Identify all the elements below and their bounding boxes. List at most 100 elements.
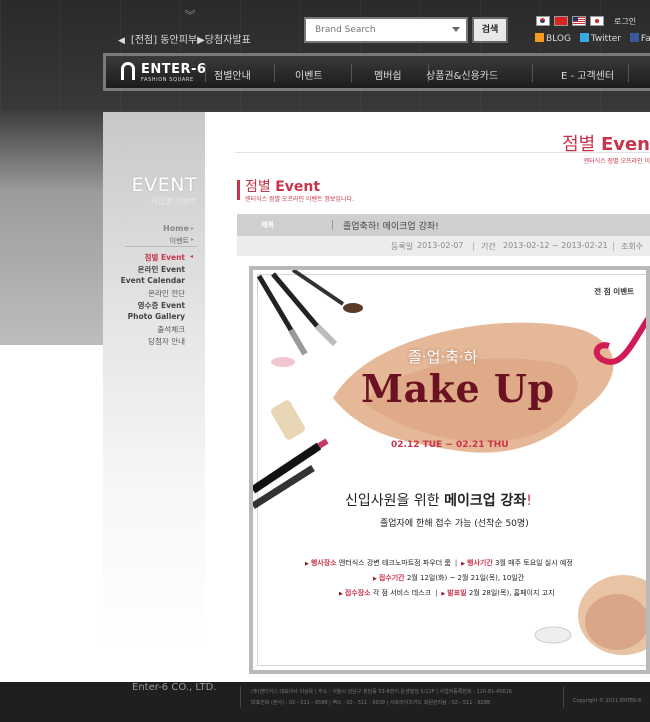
notice-text[interactable]: [전점] 동안피부▶당첨자발표 bbox=[131, 35, 251, 46]
triangle-icon: ▶ bbox=[441, 591, 446, 597]
chevron-down-icon[interactable]: ︾ bbox=[184, 10, 196, 22]
main-navigation: ENTER-6 FASHION SQUARE 점별안내 이벤트 멤버쉽 상품권&… bbox=[103, 53, 650, 91]
sidebar-item-photo-gallery[interactable]: Photo Gallery bbox=[103, 312, 185, 324]
announce-label: 발표일 bbox=[447, 589, 467, 597]
title-label: 제목 bbox=[261, 221, 274, 229]
place-value: 엔터식스 강변 테크노마트점 파우더 룸 bbox=[338, 559, 451, 567]
powder-puff bbox=[534, 626, 572, 644]
poster-corner-label: 전 점 이벤트 bbox=[594, 287, 634, 296]
logo-mark-icon bbox=[121, 62, 135, 80]
login-link[interactable]: 로그인 bbox=[614, 16, 636, 27]
info-separator: | bbox=[435, 589, 438, 597]
brush-handle bbox=[291, 270, 345, 306]
brush-tip bbox=[343, 303, 363, 313]
triangle-icon: ▶ bbox=[373, 576, 377, 582]
nav-divider bbox=[274, 64, 275, 82]
nav-divider bbox=[351, 64, 352, 82]
nav-item-event[interactable]: 이벤트 bbox=[295, 67, 323, 82]
search-input[interactable] bbox=[306, 19, 455, 41]
brand-search-box[interactable] bbox=[304, 17, 468, 43]
chevron-right-icon: ▸ bbox=[191, 236, 195, 243]
headline-prefix: 신입사원을 위한 bbox=[345, 493, 445, 509]
chevron-right-icon: ▸ bbox=[191, 225, 195, 232]
social-links: BLOG Twitter Facebo bbox=[535, 33, 650, 44]
brush-ferrule bbox=[314, 323, 338, 347]
sidebar-item-event-calendar[interactable]: Event Calendar bbox=[103, 276, 185, 288]
sidebar-item-attendance[interactable]: 출석체크 bbox=[103, 324, 185, 336]
nav-item-store-guide[interactable]: 점별안내 bbox=[214, 67, 251, 82]
article-meta-row: 등록일 2013-02-07 기간 2013-02-12 ~ 2013-02-2… bbox=[237, 236, 650, 256]
nav-item-membership[interactable]: 멤버쉽 bbox=[374, 67, 402, 82]
info-line-2: ▶ 접수기간 2월 12일(화) ~ 2월 21일(목), 10일간 bbox=[373, 573, 573, 583]
meta-divider bbox=[473, 242, 474, 251]
breadcrumb-current[interactable]: 이벤트 bbox=[103, 236, 189, 246]
blog-link[interactable]: BLOG bbox=[546, 34, 571, 44]
sidebar-item-store-event[interactable]: 점별 Event bbox=[103, 252, 185, 264]
active-arrow-icon: ◂ bbox=[190, 253, 194, 260]
sidebar-item-online-event[interactable]: 온라인 Event bbox=[103, 264, 185, 276]
footer-copyright: Copyright © 2011 ENTER-6 bbox=[573, 698, 642, 704]
nav-divider bbox=[532, 64, 533, 82]
nav-item-customer-center[interactable]: E - 고객센터 bbox=[561, 67, 614, 82]
section-accent-bar bbox=[237, 180, 240, 200]
logo-text: ENTER-6 bbox=[141, 62, 207, 77]
poster-dates: 02.12 TUE ~ 02.21 THU bbox=[391, 440, 509, 450]
poster-headline: 신입사원을 위한 메이크업 강좌! bbox=[345, 490, 532, 510]
time-value: 3월 매주 토요일 실시 예정 bbox=[495, 559, 573, 567]
sidebar-divider bbox=[125, 246, 197, 247]
triangle-icon: ▶ bbox=[339, 591, 343, 597]
poster-big-title: Make Up bbox=[361, 366, 555, 411]
article-title-row: 제목 졸업축하! 메이크업 강좌! bbox=[237, 214, 650, 236]
row-divider bbox=[332, 220, 333, 230]
twitter-link[interactable]: Twitter bbox=[591, 34, 621, 44]
facebook-link[interactable]: Facebo bbox=[641, 34, 650, 44]
sidebar: EVENT 지점별 이벤트 Home ▸ 이벤트 ▸ 점별 Event 온라인 … bbox=[103, 112, 205, 652]
poster-small-title: 졸·업·축·하 bbox=[408, 348, 478, 366]
page-subtitle: 엔터식스 점별 오프라인 이 bbox=[583, 158, 650, 165]
apply-place-label: 접수장소 bbox=[344, 589, 371, 597]
nav-item-gift-card[interactable]: 상품권&신용카드 bbox=[426, 67, 498, 82]
reg-date-label: 등록일 bbox=[391, 242, 414, 251]
section-title-prefix: 점별 bbox=[245, 179, 276, 195]
apply-place-value: 각 점 서비스 데스크 bbox=[372, 589, 432, 597]
section-title-bold: Event bbox=[275, 179, 321, 195]
triangle-icon: ▶ bbox=[461, 561, 466, 567]
announce-value: 2월 28일(목), 홈페이지 고지 bbox=[468, 589, 555, 597]
compact-pan bbox=[585, 594, 646, 650]
footer-divider bbox=[240, 686, 241, 708]
dropdown-arrow-icon[interactable] bbox=[452, 27, 460, 32]
time-label: 행사기간 bbox=[467, 559, 493, 567]
korea-flag-icon[interactable] bbox=[536, 16, 550, 26]
sidebar-title: EVENT bbox=[131, 174, 197, 196]
usa-flag-icon[interactable] bbox=[572, 16, 586, 26]
footer-company-info: (주)엔터식스 대표이사 이상욱 | 주소 : 서울시 강남구 청담동 53-8… bbox=[251, 689, 512, 695]
sidebar-item-online-flyer[interactable]: 온라인 전단 bbox=[103, 288, 185, 300]
nav-divider bbox=[628, 64, 629, 82]
breadcrumb-home[interactable]: Home bbox=[103, 224, 189, 233]
period-value: 2013-02-12 ~ 2013-02-21 bbox=[503, 241, 608, 250]
sidebar-item-winners[interactable]: 당첨자 안내 bbox=[103, 336, 185, 348]
reg-date-value: 2013-02-07 bbox=[417, 241, 464, 250]
info-line-1: ▶ 행사장소 엔터식스 강변 테크노마트점 파우더 룸 | ▶ 행사기간 3월 매주 토… bbox=[305, 558, 573, 568]
meta-divider bbox=[613, 242, 614, 251]
place-label: 행사장소 bbox=[310, 559, 337, 567]
search-button[interactable]: 검색 bbox=[472, 17, 508, 43]
sidebar-menu: 점별 Event 온라인 Event Event Calendar 온라인 전단… bbox=[103, 252, 185, 348]
info-separator: | bbox=[454, 559, 458, 567]
poster-subhead: 졸업자에 한해 접수 가능 (선착순 50명) bbox=[380, 519, 529, 529]
concealer-stick bbox=[270, 400, 306, 440]
brush-handle bbox=[256, 274, 294, 332]
brush-ferrule bbox=[288, 328, 308, 356]
logo-subtext: FASHION SQUARE bbox=[141, 77, 194, 83]
china-flag-icon[interactable] bbox=[554, 16, 568, 26]
section-subtitle: 엔터식스 점별 오프라인 이벤트 정보입니다. bbox=[245, 196, 354, 203]
facebook-icon bbox=[629, 33, 639, 42]
section-title: 점별 Event bbox=[245, 176, 320, 196]
apply-period-value: 2월 12일(화) ~ 2월 21일(목), 10일간 bbox=[406, 574, 525, 582]
notice-ticker[interactable]: ◀ [전점] 동안피부▶당첨자발표 bbox=[118, 31, 251, 46]
japan-flag-icon[interactable] bbox=[590, 16, 604, 26]
sidebar-subtitle: 지점별 이벤트 bbox=[150, 197, 197, 206]
footer-contact-info: 대표전화 (본사) : 02 - 511 - 8588 | 팩스 : 02 - … bbox=[251, 700, 491, 706]
sidebar-item-receipt-event[interactable]: 영수증 Event bbox=[103, 300, 185, 312]
article-title: 졸업축하! 메이크업 강좌! bbox=[343, 222, 439, 232]
